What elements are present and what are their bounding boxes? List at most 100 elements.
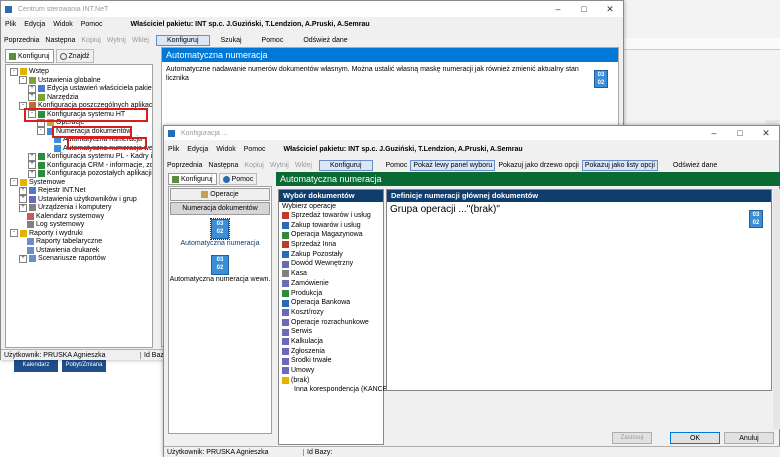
document-list-item[interactable]: Kasa [282, 269, 383, 279]
menu-file[interactable]: Plik [164, 146, 183, 153]
help-icon [222, 175, 230, 183]
copy-button[interactable]: Kopiuj [241, 162, 266, 169]
collapse-icon[interactable]: - [19, 76, 27, 84]
cut-button[interactable]: Wytnij [104, 37, 129, 44]
menu-file[interactable]: Plik [1, 21, 20, 28]
document-list-item[interactable]: Zgłoszenia [282, 347, 383, 357]
collapse-icon[interactable]: - [10, 229, 18, 237]
document-list-item[interactable]: Dowód Wewnętrzny [282, 259, 383, 269]
document-type-icon [282, 231, 289, 239]
tab-configure[interactable]: Konfiguruj [5, 49, 54, 63]
document-type-icon [282, 241, 289, 249]
shift-behind-button[interactable]: Pobyt/Zmiana [62, 358, 106, 372]
document-list-item[interactable]: Operacja Bankowa [282, 298, 383, 308]
minimize-icon[interactable]: – [701, 128, 727, 138]
ok-button[interactable]: OK [670, 432, 720, 444]
operations-icon [201, 191, 209, 198]
close-icon[interactable]: ✕ [597, 4, 623, 15]
leaf-spacer [46, 145, 52, 151]
show-list-button[interactable]: Pokazuj jako listy opcji [581, 159, 658, 171]
tree-node-icon [38, 85, 45, 92]
menu-edit[interactable]: Edycja [183, 146, 212, 153]
document-type-icon [282, 328, 289, 336]
calendar-behind-button[interactable]: Kalendarz [14, 358, 58, 372]
configure-button[interactable]: Konfiguruj [155, 34, 210, 46]
auto-numbering-internal-item[interactable]: 03 02 Automatyczna numeracja wewn. [169, 255, 271, 283]
expand-icon[interactable]: + [28, 152, 36, 161]
status-bar: Użytkownik: PRUSKA Agnieszka Id Bazy: [164, 446, 780, 457]
copy-button[interactable]: Kopiuj [78, 37, 103, 44]
paste-button[interactable]: Wklej [129, 37, 152, 44]
document-list-item[interactable]: Serwis [282, 327, 383, 337]
next-button[interactable]: Następna [42, 37, 78, 44]
document-list-item[interactable]: Zamówienie [282, 279, 383, 289]
tab-find[interactable]: Znajdź [55, 49, 94, 63]
document-list-item[interactable]: Koszt/rozy [282, 308, 383, 318]
refresh-button[interactable]: Odśwież dane [670, 162, 720, 169]
package-owner: Właściciel pakietu: INT sp.c. J.Guziński… [130, 21, 370, 28]
cancel-button[interactable]: Anuluj [724, 432, 774, 444]
tree-item-label: Scenariusze raportów [38, 255, 106, 262]
document-list-item[interactable]: Sprzedaż towarów i usług [282, 211, 383, 221]
minimize-icon[interactable]: – [545, 4, 571, 14]
menu-view[interactable]: Widok [212, 146, 239, 153]
collapse-icon[interactable]: - [10, 178, 18, 186]
document-list-label: Umowy [291, 367, 315, 374]
show-left-panel-button[interactable]: Pokaż lewy panel wyboru [410, 159, 496, 171]
tab-configure-label: Konfiguruj [181, 175, 213, 183]
document-list-item[interactable]: Sprzedaż Inna [282, 240, 383, 250]
next-button[interactable]: Następna [205, 162, 241, 169]
tab-help[interactable]: Pomoc [218, 173, 258, 185]
apply-button[interactable]: Zastosuj [612, 432, 652, 444]
prev-button[interactable]: Poprzednia [164, 162, 205, 169]
tree-item[interactable]: + Scenariusze raportów [19, 254, 106, 263]
auto-numbering-item[interactable]: 03 02 Automatyczna numeracja [169, 218, 271, 247]
prev-button[interactable]: Poprzednia [1, 37, 42, 44]
document-list-label: Serwis [291, 328, 313, 336]
configuration-titlebar: Konfiguracja ... – □ ✕ [164, 126, 779, 140]
document-list-item[interactable]: Zakup Pozostały [282, 250, 383, 260]
vertical-scrollbar[interactable] [773, 189, 780, 429]
expand-icon[interactable]: + [28, 93, 36, 101]
search-button[interactable]: Szukaj [218, 37, 245, 44]
expand-icon[interactable]: + [19, 203, 27, 212]
collapse-icon[interactable]: - [37, 127, 45, 135]
menu-edit[interactable]: Edycja [20, 21, 49, 28]
show-tree-button[interactable]: Pokazuj jako drzewo opcji [495, 162, 582, 169]
document-list-item[interactable]: Umowy [282, 366, 383, 376]
help-button[interactable]: Pomoc [259, 37, 287, 44]
document-list-item[interactable]: Operacje rozrachunkowe [282, 318, 383, 328]
expand-icon[interactable]: + [28, 161, 36, 169]
expand-icon[interactable]: + [19, 195, 27, 203]
document-list-item[interactable]: Produkcja [282, 289, 383, 299]
expand-icon[interactable]: + [28, 84, 36, 93]
numbering-icon[interactable]: 03 02 [749, 210, 763, 228]
expand-icon[interactable]: + [28, 169, 36, 178]
configure-button[interactable]: Konfiguruj [318, 159, 373, 171]
maximize-icon[interactable]: □ [727, 128, 753, 138]
cut-button[interactable]: Wytnij [267, 162, 292, 169]
document-list-item[interactable]: (brak) [282, 376, 383, 386]
document-list-item[interactable]: Zakup towarów i usług [282, 221, 383, 231]
help-button[interactable]: Pomoc [383, 162, 411, 169]
document-list-label: Produkcja [291, 289, 323, 297]
tab-configure[interactable]: Konfiguruj [168, 173, 217, 185]
section-operations[interactable]: Operacje [170, 188, 270, 201]
maximize-icon[interactable]: □ [571, 4, 597, 14]
refresh-button[interactable]: Odśwież dane [300, 37, 350, 44]
document-list-item[interactable]: Kalkulacja [282, 337, 383, 347]
collapse-icon[interactable]: - [10, 67, 18, 76]
tree-node-icon [38, 161, 45, 169]
menu-help[interactable]: Pomoc [240, 146, 270, 153]
close-icon[interactable]: ✕ [753, 128, 779, 139]
expand-icon[interactable]: + [19, 186, 27, 195]
paste-button[interactable]: Wklej [292, 162, 315, 169]
numbering-icon: 03 02 [594, 70, 608, 88]
document-list-item[interactable]: Środki trwałe [282, 356, 383, 366]
document-list-item[interactable]: Operacja Magazynowa [282, 230, 383, 240]
document-list-item[interactable]: Inna korespondencja (KANCE [282, 385, 387, 395]
menu-view[interactable]: Widok [49, 21, 76, 28]
expand-icon[interactable]: + [19, 254, 27, 263]
menu-help[interactable]: Pomoc [77, 21, 107, 28]
section-numbering[interactable]: Numeracja dokumentów [170, 202, 270, 215]
